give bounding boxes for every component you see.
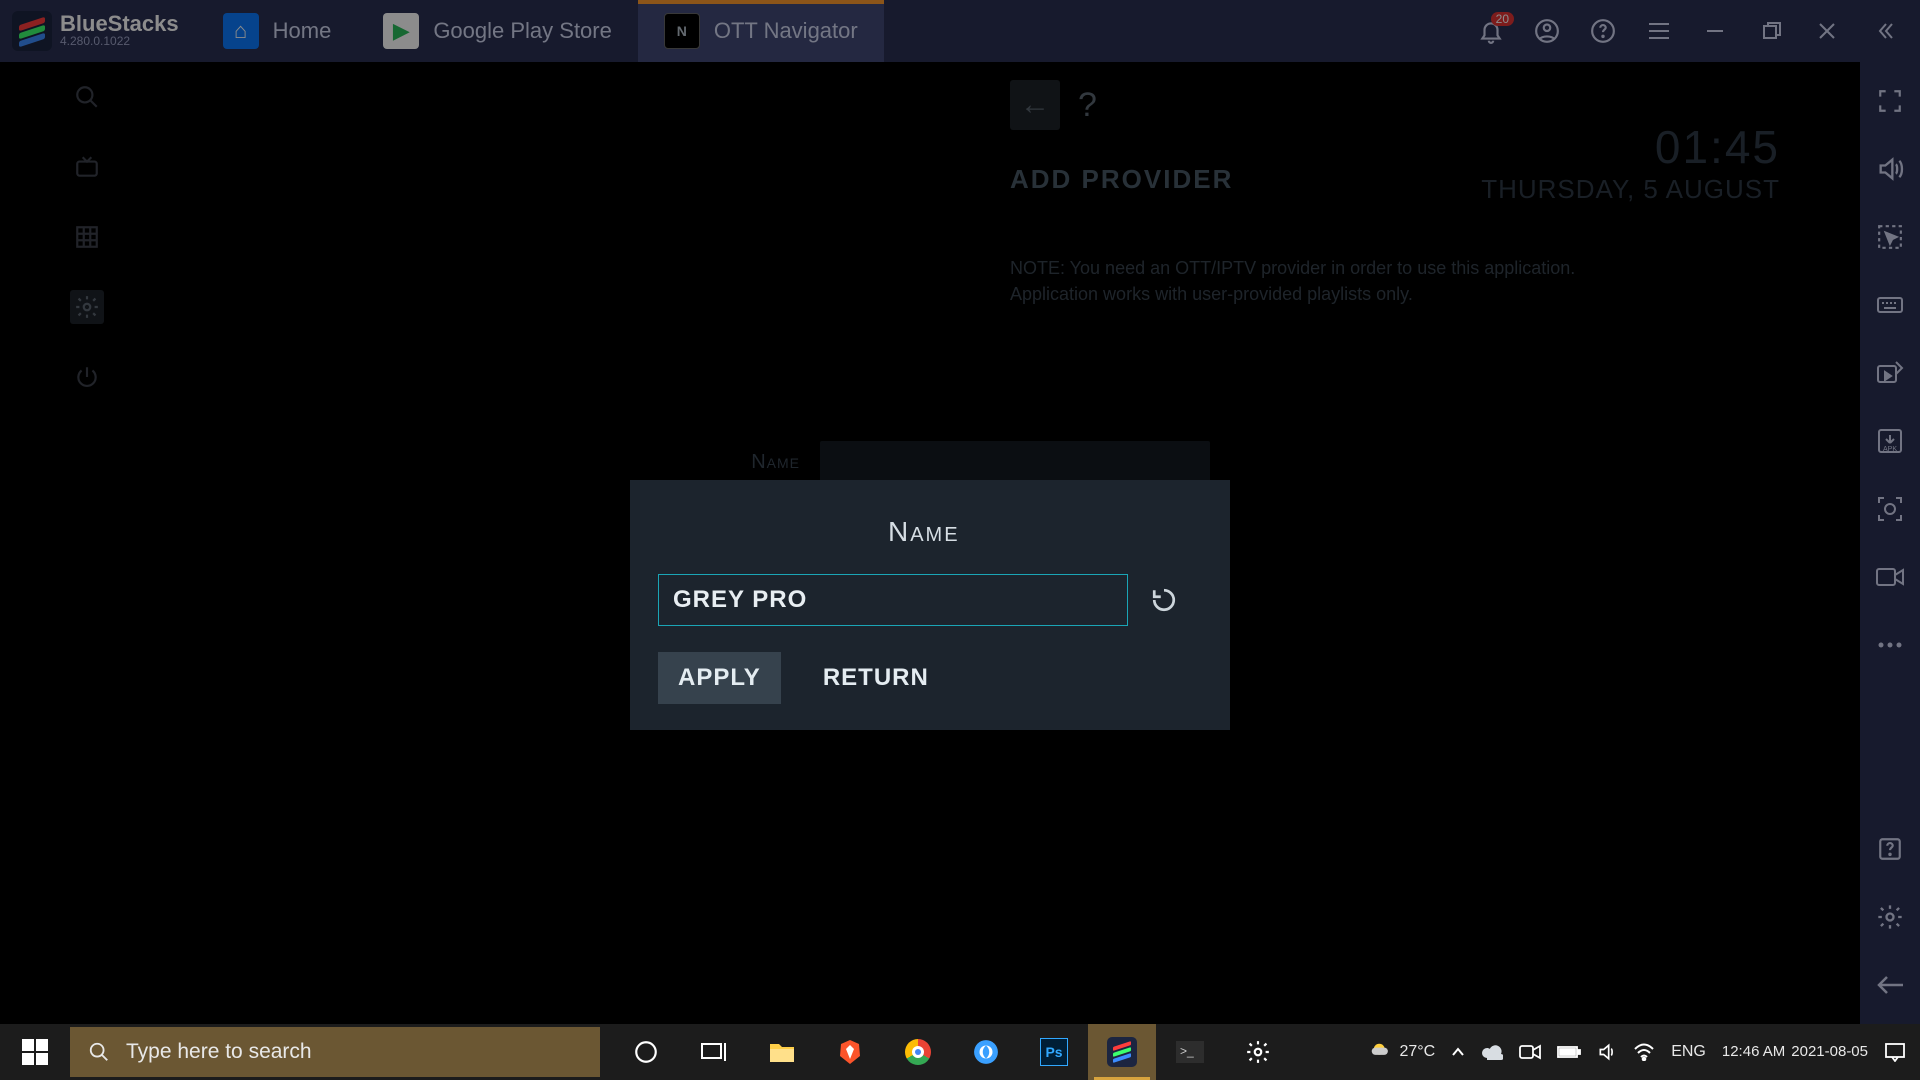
hamburger-icon[interactable] <box>1644 16 1674 46</box>
name-input[interactable] <box>658 574 1128 626</box>
provider-note: NOTE: You need an OTT/IPTV provider in o… <box>1010 255 1780 307</box>
apply-button[interactable]: APPLY <box>658 652 781 704</box>
provider-back-button[interactable]: ← <box>1010 80 1060 130</box>
explorer-icon[interactable] <box>748 1024 816 1080</box>
search-placeholder: Type here to search <box>126 1040 312 1064</box>
note-line-2: Application works with user-provided pla… <box>1010 281 1780 307</box>
bluestacks-logo-icon <box>12 11 52 51</box>
clock-date: THURSDAY, 5 AUGUST <box>1481 174 1780 205</box>
clock-date-text: 2021-08-05 <box>1791 1043 1868 1061</box>
cortana-icon[interactable] <box>612 1024 680 1080</box>
tab-play-label: Google Play Store <box>433 18 612 44</box>
action-center-icon[interactable] <box>1884 1042 1906 1062</box>
bluestacks-logo-box: BlueStacks 4.280.0.1022 <box>0 0 197 62</box>
keyboard-icon[interactable] <box>1875 290 1905 320</box>
tab-home-label: Home <box>273 18 332 44</box>
screenshot-icon[interactable] <box>1875 494 1905 524</box>
record-icon[interactable] <box>1875 562 1905 592</box>
svg-text:APK: APK <box>1883 446 1897 453</box>
language-indicator[interactable]: ENG <box>1671 1043 1706 1061</box>
bluestacks-topbar: BlueStacks 4.280.0.1022 ⌂ Home ▶ Google … <box>0 0 1920 62</box>
provider-panel: ← ? ADD PROVIDER 01:45 THURSDAY, 5 AUGUS… <box>1010 80 1780 307</box>
temperature: 27°C <box>1399 1043 1435 1061</box>
ott-nav-search-icon[interactable] <box>70 80 104 114</box>
tab-ott-label: OTT Navigator <box>714 18 858 44</box>
home-icon: ⌂ <box>223 13 259 49</box>
note-line-1: NOTE: You need an OTT/IPTV provider in o… <box>1010 255 1780 281</box>
modal-title: Name <box>888 516 1202 548</box>
minimize-icon[interactable] <box>1700 16 1730 46</box>
play-store-icon: ▶ <box>383 13 419 49</box>
provider-help-icon[interactable]: ? <box>1078 86 1097 125</box>
bluestacks-right-controls: 20 <box>1476 16 1920 46</box>
chrome-icon[interactable] <box>884 1024 952 1080</box>
weather-widget[interactable]: 27°C <box>1371 1041 1435 1063</box>
help-icon[interactable] <box>1588 16 1618 46</box>
terminal-icon[interactable]: >_ <box>1156 1024 1224 1080</box>
taskbar-clock[interactable]: 12:46 AM 2021-08-05 <box>1722 1043 1868 1061</box>
settings-task-icon[interactable] <box>1224 1024 1292 1080</box>
task-view-icon[interactable] <box>680 1024 748 1080</box>
system-tray: 27°C ENG 12:46 AM 2021-08-05 <box>1371 1041 1920 1063</box>
brave-icon[interactable] <box>816 1024 884 1080</box>
account-icon[interactable] <box>1532 16 1562 46</box>
bluestacks-task-icon[interactable] <box>1088 1024 1156 1080</box>
battery-icon[interactable] <box>1557 1045 1581 1059</box>
under-name-label: Name <box>630 451 800 474</box>
back-icon[interactable] <box>1875 970 1905 1000</box>
return-button[interactable]: RETURN <box>803 652 949 704</box>
tray-expand-icon[interactable] <box>1451 1047 1465 1057</box>
ott-nav-power-icon[interactable] <box>70 360 104 394</box>
clock-time: 01:45 <box>1481 120 1780 174</box>
ott-sidenav <box>70 80 104 394</box>
more-icon[interactable] <box>1875 630 1905 660</box>
tab-ott-navigator[interactable]: N OTT Navigator <box>638 0 884 62</box>
start-button[interactable] <box>0 1024 70 1080</box>
notifications-icon[interactable]: 20 <box>1476 16 1506 46</box>
tab-home[interactable]: ⌂ Home <box>197 0 358 62</box>
tab-google-play[interactable]: ▶ Google Play Store <box>357 0 638 62</box>
search-icon <box>88 1041 110 1063</box>
app-viewport: ← ? ADD PROVIDER 01:45 THURSDAY, 5 AUGUS… <box>0 62 1860 1024</box>
install-apk-icon[interactable]: APK <box>1875 426 1905 456</box>
meet-now-icon[interactable] <box>1519 1043 1541 1061</box>
onedrive-icon[interactable] <box>1481 1044 1503 1060</box>
wifi-icon[interactable] <box>1633 1043 1655 1061</box>
media-forward-icon[interactable] <box>1875 358 1905 388</box>
volume-icon[interactable] <box>1875 154 1905 184</box>
svg-text:>_: >_ <box>1180 1044 1194 1058</box>
bluestacks-version: 4.280.0.1022 <box>60 34 179 48</box>
browser-icon[interactable] <box>952 1024 1020 1080</box>
ott-nav-settings-icon[interactable] <box>70 290 104 324</box>
ott-nav-tv-icon[interactable] <box>70 150 104 184</box>
name-modal: Name APPLY RETURN <box>630 480 1230 730</box>
ott-icon: N <box>664 13 700 49</box>
taskbar-search[interactable]: Type here to search <box>70 1027 600 1077</box>
collapse-sidebar-icon[interactable] <box>1868 16 1898 46</box>
close-icon[interactable] <box>1812 16 1842 46</box>
settings-icon[interactable] <box>1875 902 1905 932</box>
ott-nav-grid-icon[interactable] <box>70 220 104 254</box>
notif-badge: 20 <box>1491 12 1514 26</box>
photoshop-icon[interactable]: Ps <box>1020 1024 1088 1080</box>
side-help-icon[interactable] <box>1875 834 1905 864</box>
maximize-icon[interactable] <box>1756 16 1786 46</box>
under-name-field[interactable] <box>820 441 1210 483</box>
tray-volume-icon[interactable] <box>1597 1042 1617 1062</box>
windows-taskbar: Type here to search Ps >_ 27°C ENG 12:46… <box>0 1024 1920 1080</box>
cursor-select-icon[interactable] <box>1875 222 1905 252</box>
taskbar-pinned: Ps >_ <box>612 1024 1292 1080</box>
clock-time-text: 12:46 AM <box>1722 1043 1785 1061</box>
windows-logo-icon <box>22 1039 48 1065</box>
reload-icon[interactable] <box>1146 582 1182 618</box>
fullscreen-icon[interactable] <box>1875 86 1905 116</box>
bluestacks-brand: BlueStacks <box>60 14 179 34</box>
bluestacks-sidepanel: APK <box>1860 62 1920 1024</box>
